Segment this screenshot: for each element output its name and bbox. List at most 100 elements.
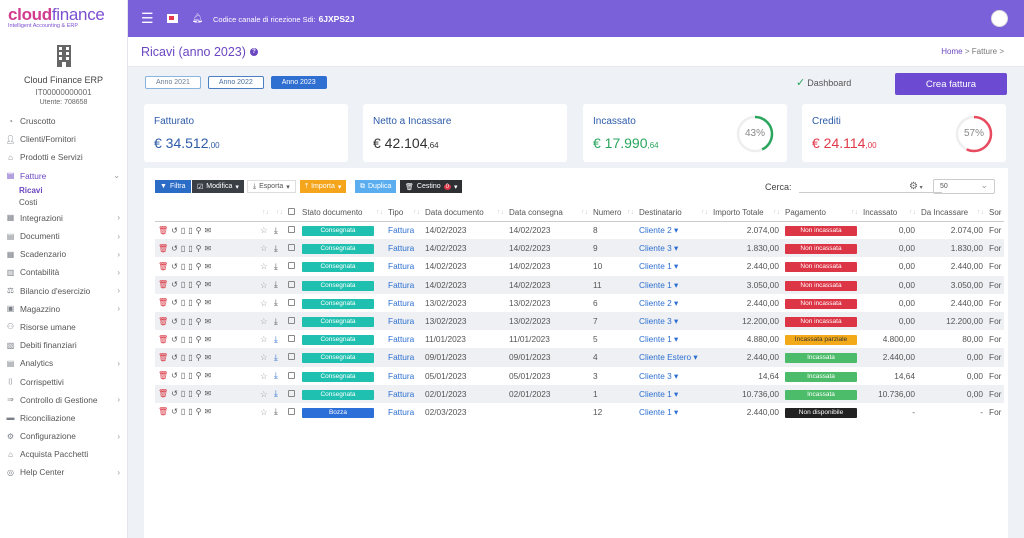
flag-icon[interactable] xyxy=(166,14,178,23)
import-button[interactable]: ⤒ Importa ▾ xyxy=(300,180,347,193)
email-icon[interactable]: ✉ xyxy=(205,353,215,362)
star-icon[interactable]: ☆ xyxy=(257,221,271,239)
star-icon[interactable]: ☆ xyxy=(257,384,271,403)
delete-icon[interactable]: 🗑︎ xyxy=(158,262,171,271)
pdf-icon[interactable]: ▯ xyxy=(188,407,195,416)
download-icon[interactable]: ⤓ xyxy=(271,311,285,331)
attach-icon[interactable]: ⚲ xyxy=(196,317,205,326)
star-icon[interactable]: ☆ xyxy=(257,311,271,331)
undo-icon[interactable]: ↺ xyxy=(171,353,181,362)
undo-icon[interactable]: ↺ xyxy=(171,298,181,307)
email-icon[interactable]: ✉ xyxy=(205,317,215,326)
breadcrumb-fatture[interactable]: Fatture xyxy=(972,47,997,56)
undo-icon[interactable]: ↺ xyxy=(171,317,181,326)
email-icon[interactable]: ✉ xyxy=(205,262,215,271)
recipient-dropdown[interactable]: Cliente 2 ▾ xyxy=(636,294,710,312)
star-icon[interactable]: ☆ xyxy=(257,275,271,294)
delete-icon[interactable]: 🗑︎ xyxy=(158,317,171,326)
create-invoice-button[interactable]: Crea fattura xyxy=(895,73,1007,95)
attach-icon[interactable]: ⚲ xyxy=(196,280,205,289)
help-icon[interactable]: ? xyxy=(249,47,258,56)
email-icon[interactable]: ✉ xyxy=(205,226,215,235)
undo-icon[interactable]: ↺ xyxy=(171,280,181,289)
sidebar-item-cruscotto[interactable]: ◔ Cruscotto xyxy=(0,112,127,130)
dashboard-link[interactable]: ✓ Dashboard xyxy=(796,76,851,89)
type-cell[interactable]: Fattura xyxy=(385,403,422,421)
undo-icon[interactable]: ↺ xyxy=(171,244,181,253)
attach-icon[interactable]: ⚲ xyxy=(196,226,205,235)
download-icon[interactable]: ⤓ xyxy=(271,294,285,312)
row-checkbox[interactable] xyxy=(285,294,299,312)
row-checkbox[interactable] xyxy=(285,239,299,258)
recipient-dropdown[interactable]: Cliente Estero ▾ xyxy=(636,348,710,367)
email-icon[interactable]: ✉ xyxy=(205,280,215,289)
payment-badge[interactable]: Non incassata xyxy=(785,280,857,291)
download-icon[interactable]: ⤓ xyxy=(271,384,285,403)
sidebar-subitem-ricavi[interactable]: Ricavi xyxy=(0,185,127,197)
row-checkbox[interactable] xyxy=(285,367,299,385)
sidebar-subitem-costi[interactable]: Costi xyxy=(0,197,127,209)
type-cell[interactable]: Fattura xyxy=(385,367,422,385)
column-header[interactable]: Destinatario ↑↓ xyxy=(636,204,710,222)
column-header[interactable]: Data documento ↑↓ xyxy=(422,204,506,222)
payment-badge[interactable]: Non incassata xyxy=(785,262,857,273)
recipient-dropdown[interactable]: Cliente 1 ▾ xyxy=(636,257,710,275)
pdf-icon[interactable]: ▯ xyxy=(188,317,195,326)
star-icon[interactable]: ☆ xyxy=(257,367,271,385)
sidebar-item-configurazione[interactable]: ⚙ Configurazione › xyxy=(0,427,127,445)
column-header[interactable]: Pagamento ↑↓ xyxy=(782,204,860,222)
column-header[interactable]: Numero ↑↓ xyxy=(590,204,636,222)
recipient-dropdown[interactable]: Cliente 1 ▾ xyxy=(636,275,710,294)
delete-icon[interactable]: 🗑︎ xyxy=(158,407,171,416)
type-cell[interactable]: Fattura xyxy=(385,311,422,331)
table-row[interactable]: 🗑︎↺▯▯⚲✉ ☆ ⤓ Consegnata Fattura 14/02/202… xyxy=(155,257,1004,275)
type-cell[interactable]: Fattura xyxy=(385,384,422,403)
sidebar-item-controllo-di-gestione[interactable]: ⇒ Controllo di Gestione › xyxy=(0,391,127,409)
recipient-dropdown[interactable]: Cliente 1 ▾ xyxy=(636,330,710,348)
payment-badge[interactable]: Incassata xyxy=(785,353,857,364)
star-icon[interactable]: ☆ xyxy=(257,257,271,275)
email-icon[interactable]: ✉ xyxy=(205,371,215,380)
table-row[interactable]: 🗑︎↺▯▯⚲✉ ☆ ⤓ Consegnata Fattura 09/01/202… xyxy=(155,348,1005,367)
sidebar-item-help-center[interactable]: ◎ Help Center › xyxy=(0,463,127,481)
type-cell[interactable]: Fattura xyxy=(385,257,422,275)
payment-badge[interactable]: Non incassata xyxy=(785,244,857,255)
payment-badge[interactable]: Incassata xyxy=(785,389,857,400)
delete-icon[interactable]: 🗑︎ xyxy=(158,244,171,253)
column-header[interactable]: Stato documento ↑↓ xyxy=(299,204,385,222)
pdf-icon[interactable]: ▯ xyxy=(188,298,195,307)
row-checkbox[interactable] xyxy=(285,221,299,239)
payment-badge[interactable]: Non incassata xyxy=(785,298,857,309)
download-icon[interactable]: ⤓ xyxy=(271,348,285,367)
table-row[interactable]: 🗑︎↺▯▯⚲✉ ☆ ⤓ Consegnata Fattura 13/02/202… xyxy=(155,311,1005,331)
column-header[interactable]: Tipo ↑↓ xyxy=(385,204,422,222)
duplicate-button[interactable]: ⧉ Duplica xyxy=(355,180,397,193)
payment-badge[interactable]: Non disponibile xyxy=(785,407,857,418)
row-checkbox[interactable] xyxy=(285,384,299,403)
star-icon[interactable]: ☆ xyxy=(257,294,271,312)
star-icon[interactable]: ☆ xyxy=(257,403,271,421)
sidebar-item-acquista-pacchetti[interactable]: ⌂ Acquista Pacchetti xyxy=(0,445,127,463)
undo-icon[interactable]: ↺ xyxy=(171,407,181,416)
delete-icon[interactable]: 🗑︎ xyxy=(158,280,171,289)
recipient-dropdown[interactable]: Cliente 3 ▾ xyxy=(636,311,710,331)
star-icon[interactable]: ☆ xyxy=(257,348,271,367)
table-row[interactable]: 🗑︎↺▯▯⚲✉ ☆ ⤓ Consegnata Fattura 13/02/202… xyxy=(155,294,1004,312)
filter-button[interactable]: ▼ Filtra xyxy=(155,180,191,193)
email-icon[interactable]: ✉ xyxy=(205,335,215,344)
sidebar-item-bilancio-d-esercizio[interactable]: ⚖ Bilancio d'esercizio › xyxy=(0,282,127,300)
row-checkbox[interactable] xyxy=(285,275,299,294)
sidebar-item-scadenzario[interactable]: ▦ Scadenzario › xyxy=(0,245,127,263)
column-header[interactable]: Incassato ↑↓ xyxy=(860,204,918,222)
recipient-dropdown[interactable]: Cliente 1 ▾ xyxy=(636,384,710,403)
pdf-icon[interactable]: ▯ xyxy=(188,371,195,380)
attach-icon[interactable]: ⚲ xyxy=(196,244,205,253)
table-row[interactable]: 🗑︎↺▯▯⚲✉ ☆ ⤓ Consegnata Fattura 14/02/202… xyxy=(155,275,1005,294)
table-row[interactable]: 🗑︎↺▯▯⚲✉ ☆ ⤓ Consegnata Fattura 14/02/202… xyxy=(155,239,1005,258)
row-checkbox[interactable] xyxy=(285,311,299,331)
table-row[interactable]: 🗑︎↺▯▯⚲✉ ☆ ⤓ Bozza Fattura 02/03/2023 12 … xyxy=(155,403,1004,421)
sidebar-item-magazzino[interactable]: ▣ Magazzino › xyxy=(0,300,127,318)
download-icon[interactable]: ⤓ xyxy=(271,257,285,275)
attach-icon[interactable]: ⚲ xyxy=(196,335,205,344)
recipient-dropdown[interactable]: Cliente 1 ▾ xyxy=(636,403,710,421)
